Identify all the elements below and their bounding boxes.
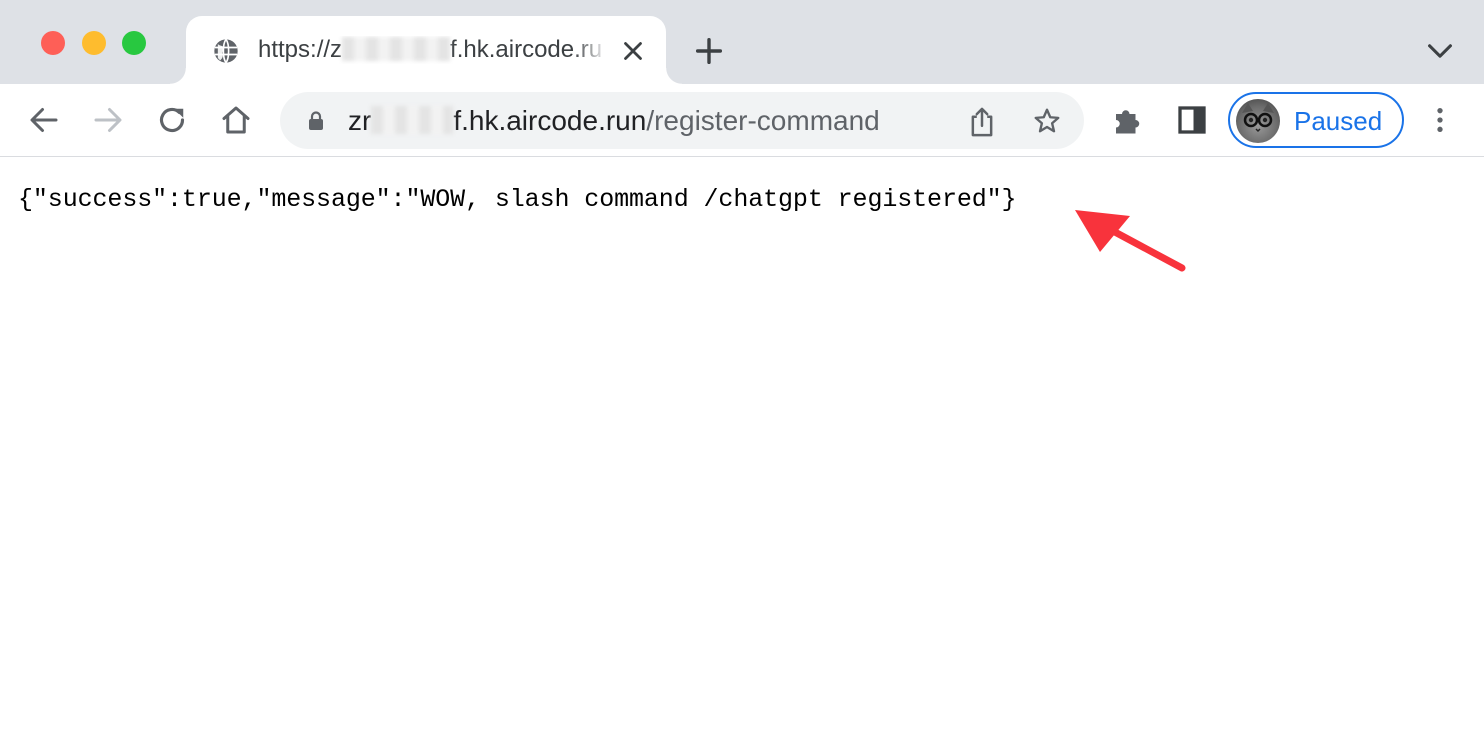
active-tab[interactable]: https://z f.hk.aircode.ru	[170, 16, 682, 84]
tab-title: https://z f.hk.aircode.ru	[258, 36, 608, 64]
arrow-left-icon[interactable]	[26, 102, 62, 138]
globe-icon	[214, 38, 238, 64]
tab-title-prefix: https://z	[258, 36, 343, 63]
arrow-right-icon[interactable]	[90, 102, 126, 138]
cat-avatar-icon	[1242, 103, 1274, 133]
lock-icon[interactable]	[304, 109, 328, 133]
plus-icon[interactable]	[692, 34, 726, 68]
reload-icon[interactable]	[154, 102, 190, 138]
url-host-suffix: f.hk.aircode.run	[453, 105, 647, 136]
tab-title-suffix: f.hk.aircode.ru	[450, 36, 603, 63]
chevron-down-icon[interactable]	[1424, 38, 1456, 64]
toolbar: zr f.hk.aircode.run/register-command Pau…	[0, 84, 1484, 157]
minimize-window-button[interactable]	[82, 31, 106, 55]
share-icon[interactable]	[966, 105, 998, 139]
kebab-menu-icon[interactable]	[1424, 102, 1456, 138]
redacted-text	[342, 37, 451, 61]
json-response: {"success":true,"message":"WOW, slash co…	[18, 185, 1017, 214]
page-content: {"success":true,"message":"WOW, slash co…	[0, 158, 1484, 750]
address-bar[interactable]: zr f.hk.aircode.run/register-command	[280, 92, 1084, 149]
tab-strip: https://z f.hk.aircode.ru	[0, 0, 1484, 84]
url-path: /register-command	[646, 105, 880, 136]
browser-window: https://z f.hk.aircode.ru zr f.hk.aircod…	[0, 0, 1484, 750]
annotation-arrow-icon	[1075, 210, 1186, 272]
star-icon[interactable]	[1032, 106, 1062, 136]
close-icon[interactable]	[618, 36, 648, 66]
redacted-text	[371, 106, 454, 134]
url-text[interactable]: zr f.hk.aircode.run/register-command	[348, 105, 880, 137]
side-panel-icon[interactable]	[1174, 102, 1210, 138]
profile-status-label: Paused	[1294, 106, 1383, 136]
zoom-window-button[interactable]	[122, 31, 146, 55]
url-host-prefix: zr	[348, 105, 372, 136]
avatar	[1236, 99, 1280, 143]
home-icon[interactable]	[218, 102, 254, 138]
puzzle-icon[interactable]	[1110, 102, 1146, 138]
close-window-button[interactable]	[41, 31, 65, 55]
profile-button[interactable]: Paused	[1228, 92, 1404, 148]
